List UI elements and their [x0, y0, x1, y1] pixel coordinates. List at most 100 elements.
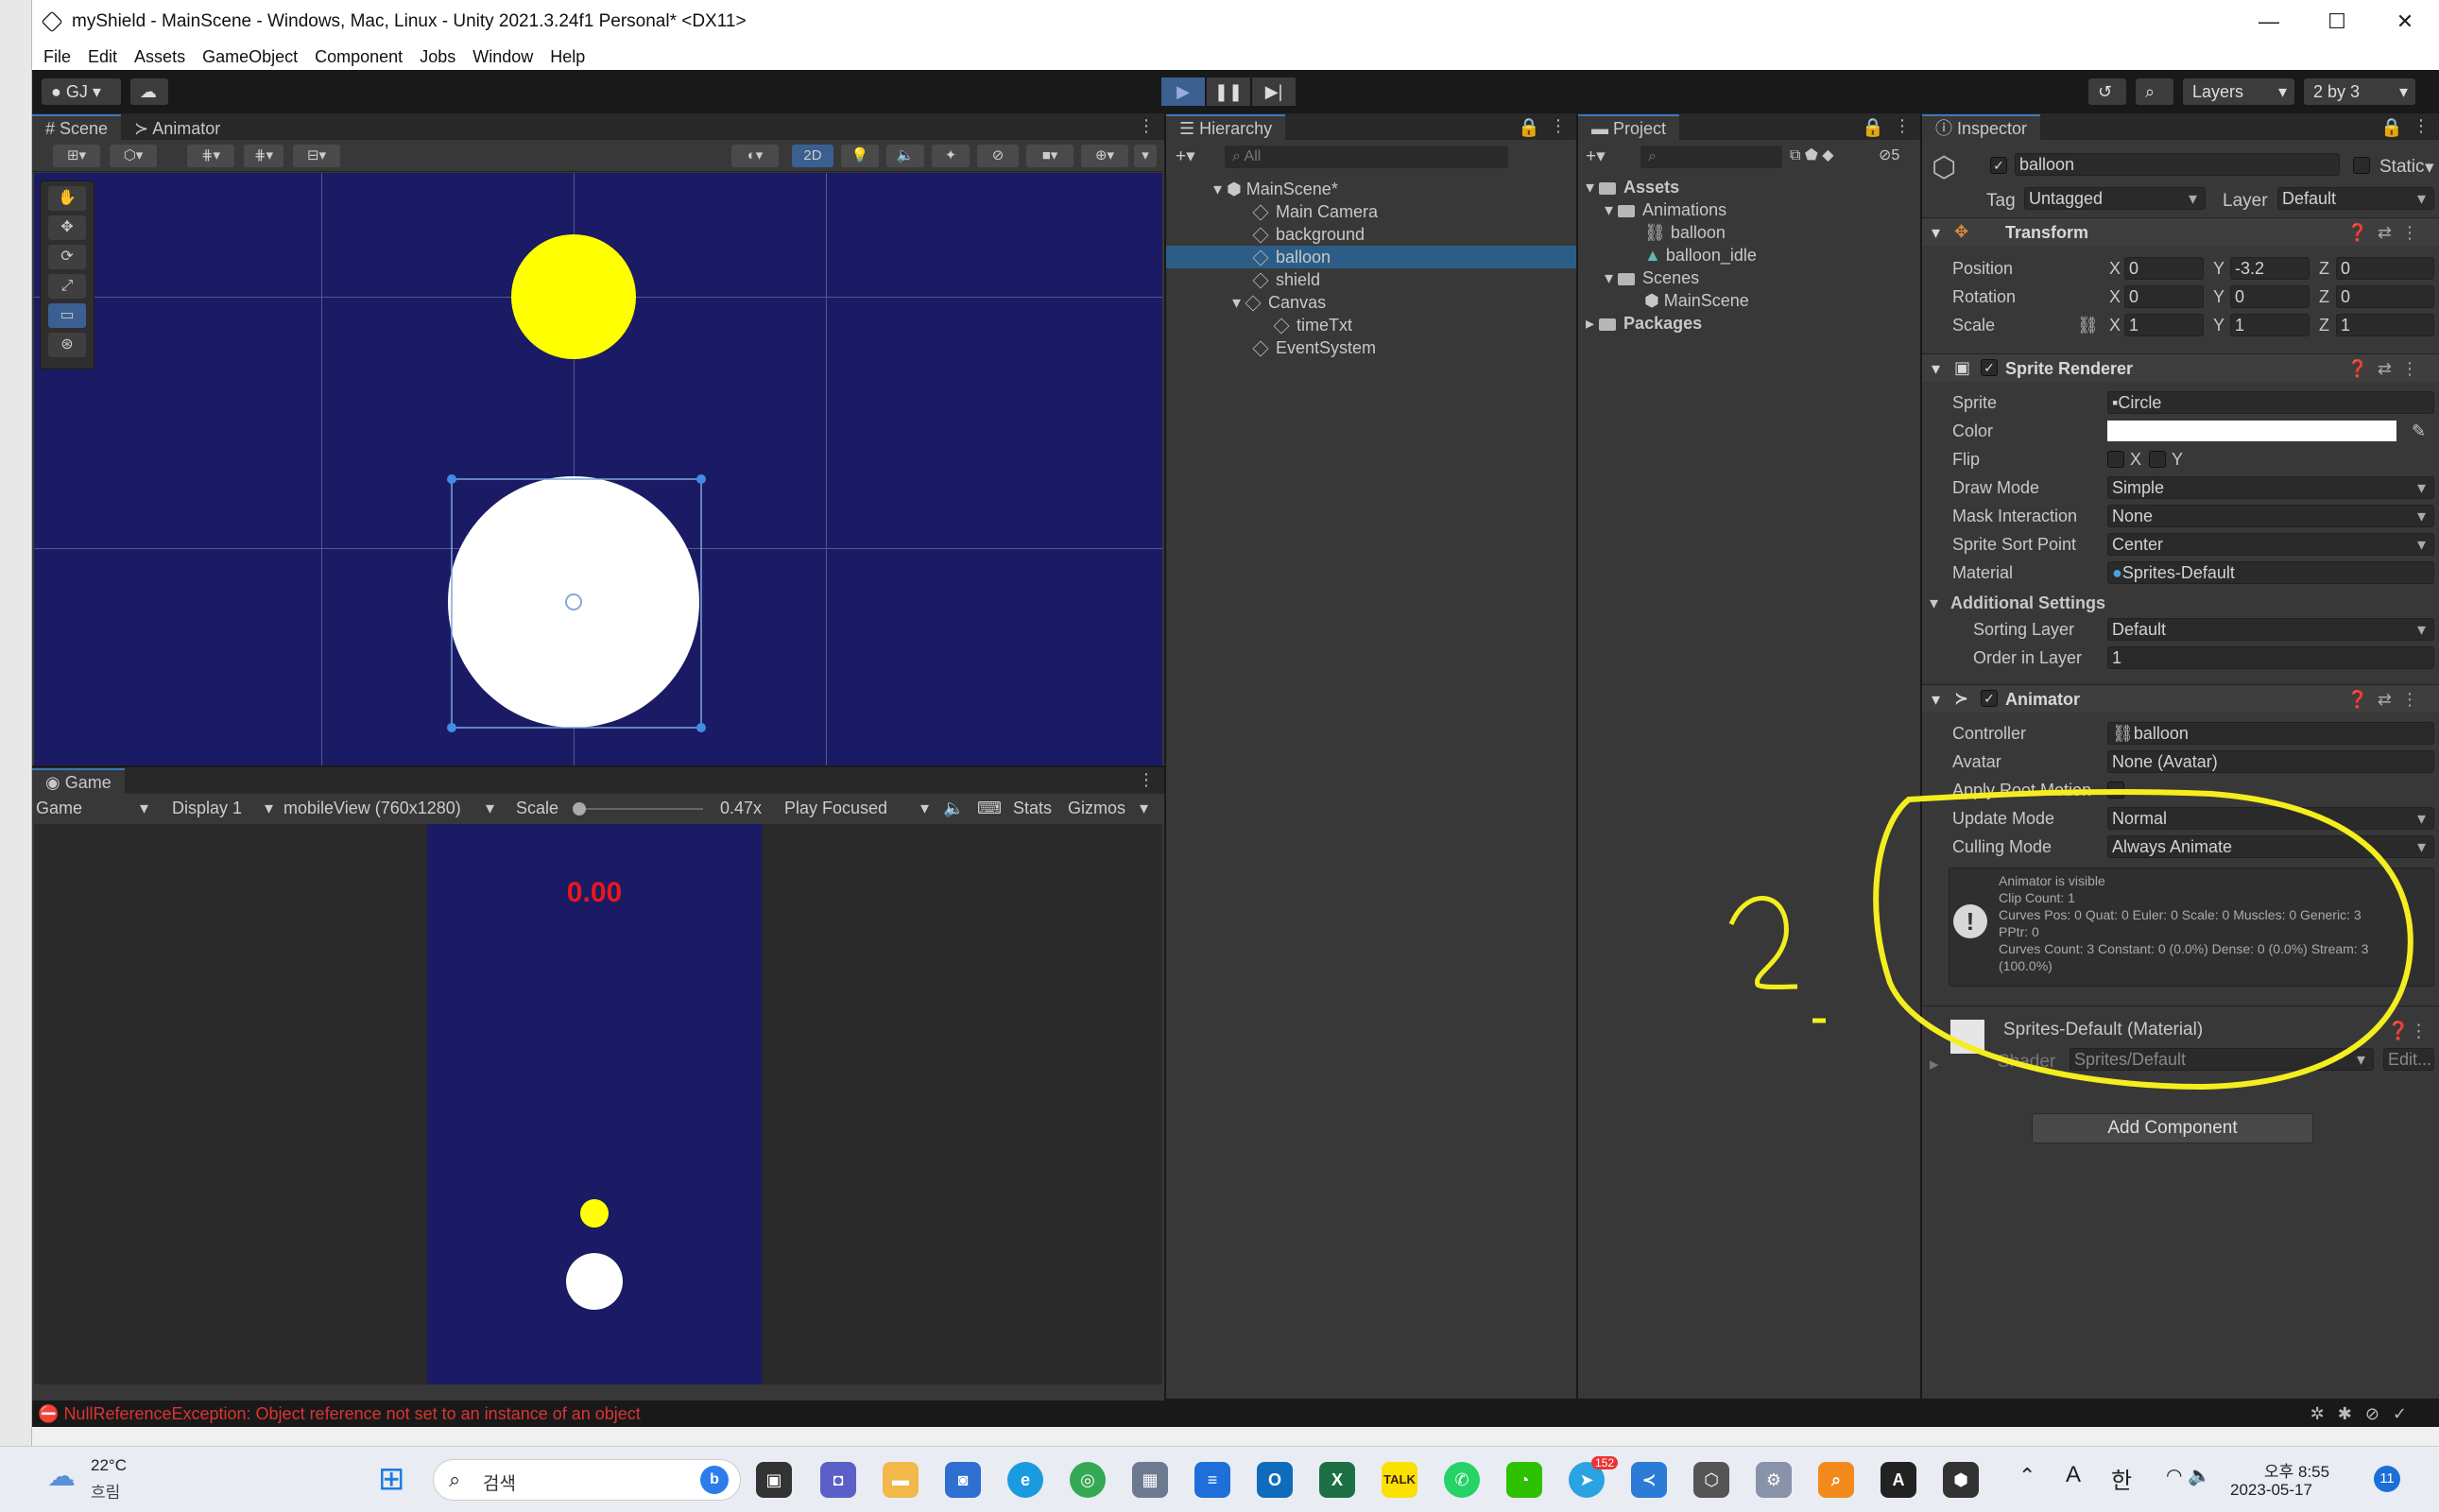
tool-handle-rotation[interactable]: ⬡▾ [110, 145, 157, 167]
taskbar-search-input[interactable]: ⌕ 검색 b [433, 1459, 741, 1501]
menu-assets[interactable]: Assets [134, 47, 185, 67]
shader-dropdown[interactable]: Sprites/Default [2070, 1048, 2374, 1071]
tab-scene[interactable]: # Scene [32, 114, 122, 140]
add-button[interactable]: +▾ [1176, 146, 1195, 167]
menu-jobs[interactable]: Jobs [420, 47, 455, 67]
increment-snap[interactable]: ⊟▾ [293, 145, 340, 167]
menu-edit[interactable]: Edit [88, 47, 117, 67]
menu-window[interactable]: Window [472, 47, 533, 67]
rotation-y-field[interactable]: 0 [2230, 285, 2310, 308]
console-status-bar[interactable]: ⛔ NullReferenceException: Object referen… [32, 1400, 2439, 1427]
update-mode-dropdown[interactable]: Normal [2107, 807, 2434, 830]
gizmos-button[interactable]: Gizmos [1068, 799, 1125, 818]
acrobat-icon[interactable]: A [1881, 1462, 1916, 1498]
ime-mode[interactable]: A [2066, 1462, 2081, 1488]
sorting-layer-dropdown[interactable]: Default [2107, 618, 2434, 641]
more-menu-icon[interactable]: ⋮ [2413, 116, 2430, 136]
minimize-button[interactable]: — [2235, 0, 2303, 43]
close-button[interactable]: ✕ [2371, 0, 2439, 43]
component-menu-icons[interactable]: ❓⋮ [2387, 1020, 2428, 1042]
chevron-up-icon[interactable]: ⌃ [2018, 1464, 2035, 1488]
shader-edit-button[interactable]: Edit... [2383, 1048, 2434, 1071]
project-search-input[interactable]: ⌕ [1640, 146, 1782, 168]
app-icon[interactable]: ⚙ [1756, 1462, 1792, 1498]
game-viewport[interactable]: 0.00 [34, 824, 1162, 1384]
calculator-icon[interactable]: ▦ [1132, 1462, 1168, 1498]
root-motion-checkbox[interactable] [2107, 782, 2124, 799]
enabled-checkbox[interactable]: ✓ [1981, 359, 1998, 376]
tree-row[interactable]: ▾ Animations [1578, 198, 1920, 221]
create-button[interactable]: +▾ [1586, 146, 1606, 167]
lock-icon[interactable]: 🔒 [1862, 116, 1884, 139]
flip-y-checkbox[interactable] [2149, 451, 2166, 468]
chrome-icon[interactable]: ◎ [1070, 1462, 1106, 1498]
file-explorer-icon[interactable]: ▬ [883, 1462, 919, 1498]
menu-gameobject[interactable]: GameObject [202, 47, 298, 67]
tree-row[interactable]: shield [1166, 268, 1576, 291]
more-dropdown[interactable]: ▾ [1134, 145, 1157, 167]
scale-x-field[interactable]: 1 [2124, 314, 2204, 336]
tree-row-selected[interactable]: balloon [1166, 246, 1576, 268]
scale-slider-thumb[interactable] [573, 802, 586, 816]
maximize-button[interactable]: ☐ [2303, 0, 2371, 43]
history-button[interactable]: ↺ [2088, 78, 2126, 105]
layer-dropdown[interactable]: Default [2277, 187, 2434, 210]
camera-dropdown[interactable]: ■▾ [1026, 145, 1074, 167]
link-icon[interactable]: ⛓ [2077, 316, 2099, 335]
add-component-button[interactable]: Add Component [2032, 1113, 2313, 1143]
game-view-dropdown[interactable]: Game [36, 799, 82, 818]
more-menu-icon[interactable]: ⋮ [1138, 770, 1155, 790]
tree-row[interactable]: ⬢ MainScene [1578, 289, 1920, 312]
flip-x-checkbox[interactable] [2107, 451, 2124, 468]
filter-icons[interactable]: ⧉ ⬟ ◆ [1790, 146, 1834, 164]
store-icon[interactable]: ◙ [945, 1462, 981, 1498]
notepad-icon[interactable]: ≡ [1194, 1462, 1230, 1498]
status-icons[interactable]: ✲✱⊘✓ [2310, 1400, 2420, 1427]
position-z-field[interactable]: 0 [2336, 257, 2434, 280]
hierarchy-search-input[interactable]: ⌕ All [1225, 146, 1508, 168]
draw-mode-dropdown[interactable]: Simple [2107, 476, 2434, 499]
culling-mode-dropdown[interactable]: Always Animate [2107, 835, 2434, 858]
unity-editor-icon[interactable]: ⬢ [1943, 1462, 1979, 1498]
kakaotalk-icon[interactable]: TALK [1382, 1462, 1417, 1498]
audio-toggle[interactable]: 🔈 [886, 145, 924, 167]
stats-button[interactable]: Stats [1013, 799, 1052, 818]
rotate-tool-icon[interactable]: ⟳ [48, 245, 86, 269]
vscode-icon[interactable]: ≺ [1631, 1462, 1667, 1498]
mute-audio-icon[interactable]: 🔈 [943, 799, 964, 818]
lock-icon[interactable]: 🔒 [1518, 116, 1540, 139]
tree-row[interactable]: background [1166, 223, 1576, 246]
tree-row[interactable]: Main Camera [1166, 200, 1576, 223]
menu-component[interactable]: Component [315, 47, 403, 67]
active-checkbox[interactable]: ✓ [1990, 157, 2007, 174]
start-icon[interactable]: ⊞ [378, 1460, 405, 1498]
notification-center[interactable]: 11 [2374, 1466, 2400, 1492]
display-dropdown[interactable]: Display 1 [172, 799, 242, 818]
rotation-x-field[interactable]: 0 [2124, 285, 2204, 308]
ime-language[interactable]: 한 [2111, 1462, 2132, 1495]
move-tool-icon[interactable]: ✥ [48, 215, 86, 240]
resolution-dropdown[interactable]: mobileView (760x1280) [283, 799, 461, 818]
chevron-down-icon[interactable]: ▾ [2425, 157, 2434, 179]
clock-time[interactable]: 오후 8:55 [2264, 1458, 2329, 1482]
bing-icon[interactable]: b [700, 1466, 729, 1494]
hand-tool-icon[interactable]: ✋ [48, 186, 86, 211]
tree-row[interactable]: timeTxt [1166, 314, 1576, 336]
hidden-objects-toggle[interactable]: ⊘ [977, 145, 1019, 167]
gameobject-icon[interactable]: ⬡ [1932, 151, 1956, 184]
object-name-input[interactable]: balloon [2015, 153, 2340, 176]
whatsapp-icon[interactable]: ✆ [1444, 1462, 1480, 1498]
layout-dropdown[interactable]: 2 by 3 ▾ [2304, 78, 2415, 105]
tree-row-packages[interactable]: ▸ Packages [1578, 312, 1920, 335]
scene-viewport[interactable]: ✋ ✥ ⟳ ⤢ ▭ ⊛ [34, 173, 1162, 765]
scale-z-field[interactable]: 1 [2336, 314, 2434, 336]
component-menu-icons[interactable]: ❓⇄⋮ [2347, 690, 2429, 710]
tree-row-scene[interactable]: ▾ ⬢ MainScene* [1166, 178, 1576, 200]
tree-row[interactable]: ⛓ balloon [1578, 221, 1920, 244]
tool-handle-position[interactable]: ⊞▾ [53, 145, 100, 167]
keyboard-icon[interactable]: ⌨ [977, 799, 1002, 818]
play-focused-dropdown[interactable]: Play Focused [784, 799, 887, 818]
sprite-field[interactable]: ▪Circle [2107, 391, 2434, 414]
more-menu-icon[interactable]: ⋮ [1894, 116, 1911, 136]
step-button[interactable]: ▶| [1252, 77, 1296, 106]
